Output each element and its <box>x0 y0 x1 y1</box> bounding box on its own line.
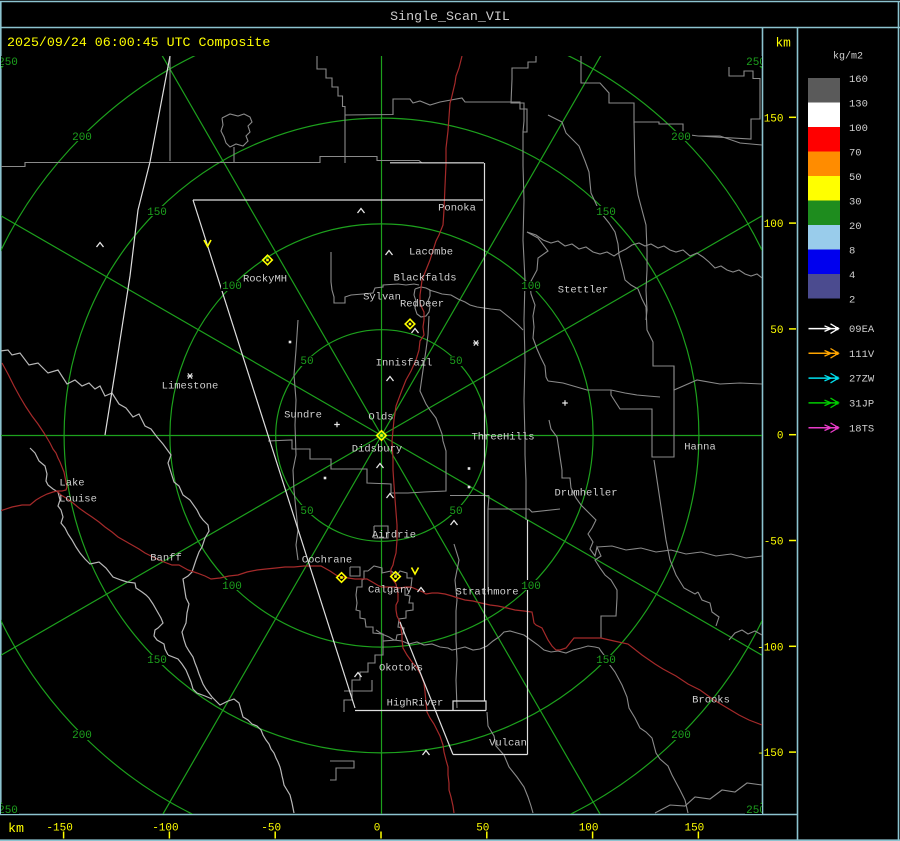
svg-text:Blackfalds: Blackfalds <box>393 273 456 285</box>
svg-text:RedDeer: RedDeer <box>400 299 444 311</box>
svg-text:50: 50 <box>849 172 862 184</box>
svg-text:130: 130 <box>849 99 868 111</box>
svg-text:-50: -50 <box>261 823 281 835</box>
svg-text:RockyMH: RockyMH <box>243 274 287 286</box>
svg-text:150: 150 <box>147 207 167 219</box>
svg-text:-100: -100 <box>152 823 178 835</box>
svg-text:-100: -100 <box>757 642 783 654</box>
svg-text:150: 150 <box>147 655 167 667</box>
svg-text:Cochrane: Cochrane <box>302 555 352 567</box>
svg-text:Sylvan: Sylvan <box>363 292 401 304</box>
svg-text:km: km <box>8 821 24 836</box>
svg-text:0: 0 <box>777 431 784 443</box>
svg-text:50: 50 <box>300 506 313 518</box>
svg-text:150: 150 <box>596 655 616 667</box>
svg-text:150: 150 <box>684 823 704 835</box>
svg-text:Banff: Banff <box>150 553 182 565</box>
svg-text:200: 200 <box>72 730 92 742</box>
svg-text:31JP: 31JP <box>849 399 874 411</box>
svg-text:2: 2 <box>849 295 855 307</box>
svg-text:-150: -150 <box>46 823 72 835</box>
svg-text:0: 0 <box>374 823 381 835</box>
svg-text:kg/m2: kg/m2 <box>833 51 863 63</box>
svg-text:-150: -150 <box>757 748 783 760</box>
svg-text:100: 100 <box>764 219 784 231</box>
svg-text:100: 100 <box>849 123 868 135</box>
svg-text:20: 20 <box>849 221 862 233</box>
svg-text:Olds: Olds <box>368 412 393 424</box>
svg-text:Strathmore: Strathmore <box>455 587 518 599</box>
svg-text:Single_Scan_VIL: Single_Scan_VIL <box>390 9 510 24</box>
svg-text:100: 100 <box>521 581 541 593</box>
svg-text:150: 150 <box>764 113 784 125</box>
svg-text:4: 4 <box>849 270 855 282</box>
svg-text:200: 200 <box>72 132 92 144</box>
svg-text:Limestone: Limestone <box>162 381 219 393</box>
svg-text:100: 100 <box>222 581 242 593</box>
svg-text:70: 70 <box>849 148 862 160</box>
svg-text:Airdrie: Airdrie <box>372 530 416 542</box>
svg-text:200: 200 <box>671 730 691 742</box>
svg-text:27ZW: 27ZW <box>849 374 875 386</box>
svg-text:100: 100 <box>579 823 599 835</box>
svg-text:50: 50 <box>449 506 462 518</box>
svg-text:09EA: 09EA <box>849 324 875 336</box>
svg-text:Hanna: Hanna <box>684 442 716 454</box>
svg-text:50: 50 <box>770 325 783 337</box>
svg-text:Didsbury: Didsbury <box>352 444 402 456</box>
svg-text:100: 100 <box>521 281 541 293</box>
svg-text:Vulcan: Vulcan <box>489 738 527 750</box>
svg-text:km: km <box>776 36 792 51</box>
svg-text:Stettler: Stettler <box>558 285 608 297</box>
svg-text:100: 100 <box>222 281 242 293</box>
svg-text:Lacombe: Lacombe <box>409 247 453 259</box>
svg-text:Louise: Louise <box>59 494 97 506</box>
svg-text:30: 30 <box>849 197 862 209</box>
svg-text:Ponoka: Ponoka <box>438 203 476 215</box>
svg-text:Calgary: Calgary <box>368 585 412 597</box>
svg-text:ThreeHills: ThreeHills <box>471 432 534 444</box>
svg-text:Drumheller: Drumheller <box>554 488 617 500</box>
svg-text:Innisfail: Innisfail <box>376 358 433 370</box>
svg-text:8: 8 <box>849 246 855 258</box>
svg-text:111V: 111V <box>849 349 875 361</box>
svg-text:Lake: Lake <box>59 478 84 490</box>
svg-text:HighRiver: HighRiver <box>387 698 444 710</box>
svg-text:150: 150 <box>596 207 616 219</box>
svg-text:Okotoks: Okotoks <box>379 663 423 675</box>
svg-text:50: 50 <box>449 356 462 368</box>
svg-text:18TS: 18TS <box>849 423 874 435</box>
svg-text:50: 50 <box>300 356 313 368</box>
svg-text:-50: -50 <box>764 537 784 549</box>
svg-text:Brooks: Brooks <box>692 695 730 707</box>
svg-text:2025/09/24 06:00:45 UTC Compos: 2025/09/24 06:00:45 UTC Composite <box>7 35 270 50</box>
svg-text:200: 200 <box>671 132 691 144</box>
svg-text:250: 250 <box>0 57 18 69</box>
svg-text:160: 160 <box>849 74 868 86</box>
svg-text:Sundre: Sundre <box>284 410 322 422</box>
